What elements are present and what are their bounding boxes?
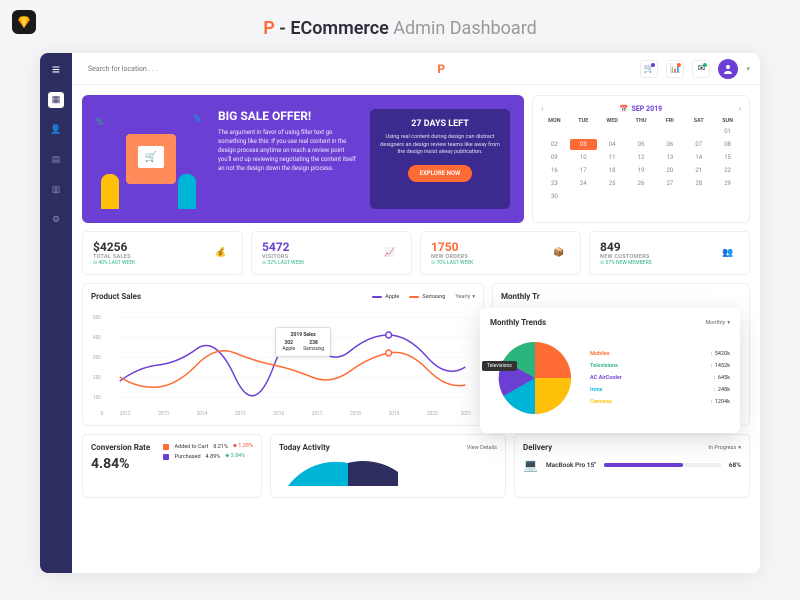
delivery-status-dropdown[interactable]: In Progress ▾: [708, 445, 741, 451]
nav-settings-icon[interactable]: ⚙: [48, 212, 64, 228]
hero-banner: 🛒 % % BIG SALE OFFER! The argument in fa…: [82, 95, 524, 223]
conversion-title: Conversion Rate: [91, 443, 150, 452]
hero-illustration: 🛒 % %: [96, 109, 206, 209]
explore-button[interactable]: EXPLORE NOW: [408, 165, 473, 182]
conversion-value: 4.84%: [91, 456, 150, 472]
nav-users-icon[interactable]: 👤: [48, 122, 64, 138]
hero-body: The argument in favor of using filler te…: [218, 128, 358, 173]
notifications-icon[interactable]: 📊: [666, 60, 684, 78]
svg-text:0: 0: [101, 411, 104, 417]
svg-text:2014: 2014: [197, 411, 208, 417]
stats-row: $4256TOTAL SALES⊙ 40% LAST WEEK💰5472VISI…: [82, 231, 750, 275]
menu-toggle-icon[interactable]: ≡: [52, 61, 60, 78]
delivery-pct: 68%: [729, 461, 741, 469]
stat-icon: 💰: [210, 242, 232, 264]
stat-icon: 📦: [548, 242, 570, 264]
svg-text:2015: 2015: [235, 411, 246, 417]
logo: P: [437, 62, 445, 76]
product-sales-card: Product Sales Apple Samsung Yearly ▾: [82, 283, 484, 426]
trends-pie-chart: Televisions: [490, 333, 580, 423]
svg-text:2016: 2016: [273, 411, 284, 417]
calendar: ‹ 📅 SEP 2019 › MONTUEWEDTHUFRISATSUN 010…: [532, 95, 750, 223]
delivery-title: Delivery: [523, 443, 552, 452]
user-avatar[interactable]: [718, 59, 738, 79]
delivery-progress: [604, 463, 721, 467]
svg-text:200: 200: [93, 375, 101, 381]
page-title: P - ECommerce Admin Dashboard: [0, 0, 800, 53]
monthly-trends-bg-title: Monthly Tr: [501, 292, 540, 301]
delivery-card: Delivery In Progress ▾ 💻 MacBook Pro 15"…: [514, 434, 750, 498]
stat-value: $4256: [93, 240, 135, 254]
monthly-trends-card: Monthly Trends Monthly ▾ Televisions Mob…: [480, 308, 740, 433]
svg-text:2021: 2021: [461, 411, 472, 417]
laptop-icon: 💻: [523, 458, 538, 472]
svg-text:300: 300: [93, 355, 101, 361]
activity-card: Today Activity View Details: [270, 434, 506, 498]
app-window: ≡ ▦ 👤 ▤ ▥ ⚙ P 🛒 📊 ✉ ▾: [40, 53, 760, 573]
stat-change: ⊙ 70% LAST WEEK: [431, 260, 473, 266]
product-sales-chart: 500 400 300 200 100 0 2012 2013 2014 2015 2016 201…: [91, 307, 475, 417]
stat-icon: 📈: [379, 242, 401, 264]
hero-cta-box: 27 DAYS LEFT Using real content during d…: [370, 109, 510, 209]
search-input[interactable]: [82, 60, 242, 78]
svg-text:2019: 2019: [389, 411, 400, 417]
svg-text:2017: 2017: [312, 411, 323, 417]
stat-icon: 👥: [717, 242, 739, 264]
delivery-item-name: MacBook Pro 15": [546, 461, 596, 469]
svg-text:2018: 2018: [350, 411, 361, 417]
svg-text:2013: 2013: [158, 411, 169, 417]
calendar-grid[interactable]: MONTUEWEDTHUFRISATSUN 010203040506070809…: [541, 118, 741, 202]
stat-change: ⊙ 32% LAST WEEK: [262, 260, 304, 266]
stat-value: 849: [600, 240, 652, 254]
cta-title: 27 DAYS LEFT: [380, 119, 500, 129]
stat-card: 5472VISITORS⊙ 32% LAST WEEK📈: [251, 231, 412, 275]
sidebar: ≡ ▦ 👤 ▤ ▥ ⚙: [40, 53, 72, 573]
activity-title: Today Activity: [279, 443, 330, 452]
nav-chart-icon[interactable]: ▥: [48, 182, 64, 198]
pie-tooltip: Televisions: [482, 361, 517, 371]
hero-title: BIG SALE OFFER!: [218, 109, 358, 123]
sketch-icon: [12, 10, 36, 34]
period-dropdown[interactable]: Yearly ▾: [455, 294, 475, 300]
cart-icon[interactable]: 🛒: [640, 60, 658, 78]
svg-text:500: 500: [93, 315, 101, 321]
activity-chart: [279, 458, 497, 486]
svg-text:100: 100: [93, 395, 101, 401]
stat-value: 5472: [262, 240, 304, 254]
stat-change: ⊙ 40% LAST WEEK: [93, 260, 135, 266]
stat-value: 1750: [431, 240, 473, 254]
stat-card: $4256TOTAL SALES⊙ 40% LAST WEEK💰: [82, 231, 243, 275]
svg-text:2020: 2020: [427, 411, 438, 417]
avatar-chevron-icon[interactable]: ▾: [746, 65, 750, 73]
chart-tooltip: 2019 Sales 302Apple238Samsung: [275, 327, 331, 357]
stat-card: 1750NEW ORDERS⊙ 70% LAST WEEK📦: [420, 231, 581, 275]
topbar: P 🛒 📊 ✉ ▾: [72, 53, 760, 85]
cal-next-icon[interactable]: ›: [739, 104, 741, 113]
messages-icon[interactable]: ✉: [692, 60, 710, 78]
stat-change: ⊙ 57% NEW MEMBERS: [600, 260, 652, 266]
conversion-card: Conversion Rate 4.84% Added to Cart8.21%…: [82, 434, 262, 498]
activity-link[interactable]: View Details: [467, 445, 497, 451]
stat-card: 849NEW CUSTOMERS⊙ 57% NEW MEMBERS👥: [589, 231, 750, 275]
nav-reports-icon[interactable]: ▤: [48, 152, 64, 168]
cta-body: Using real content during design can dis…: [380, 134, 500, 157]
cal-month[interactable]: 📅 SEP 2019: [620, 105, 662, 113]
trends-legend: Mobiles: 5420kTelevisions: 1452kAC AirCo…: [590, 348, 730, 408]
svg-text:400: 400: [93, 335, 101, 341]
trends-period-dropdown[interactable]: Monthly ▾: [705, 320, 730, 326]
brand-logo: P: [263, 18, 275, 39]
cal-prev-icon[interactable]: ‹: [541, 104, 543, 113]
svg-text:2012: 2012: [120, 411, 131, 417]
product-sales-legend: Apple Samsung Yearly ▾: [372, 294, 475, 300]
nav-dashboard-icon[interactable]: ▦: [48, 92, 64, 108]
product-sales-title: Product Sales: [91, 292, 141, 301]
monthly-trends-title: Monthly Trends: [490, 318, 546, 327]
conversion-legend: Added to Cart8.21%⬥ 1.28%Purchased4.89%⬥…: [163, 443, 253, 463]
